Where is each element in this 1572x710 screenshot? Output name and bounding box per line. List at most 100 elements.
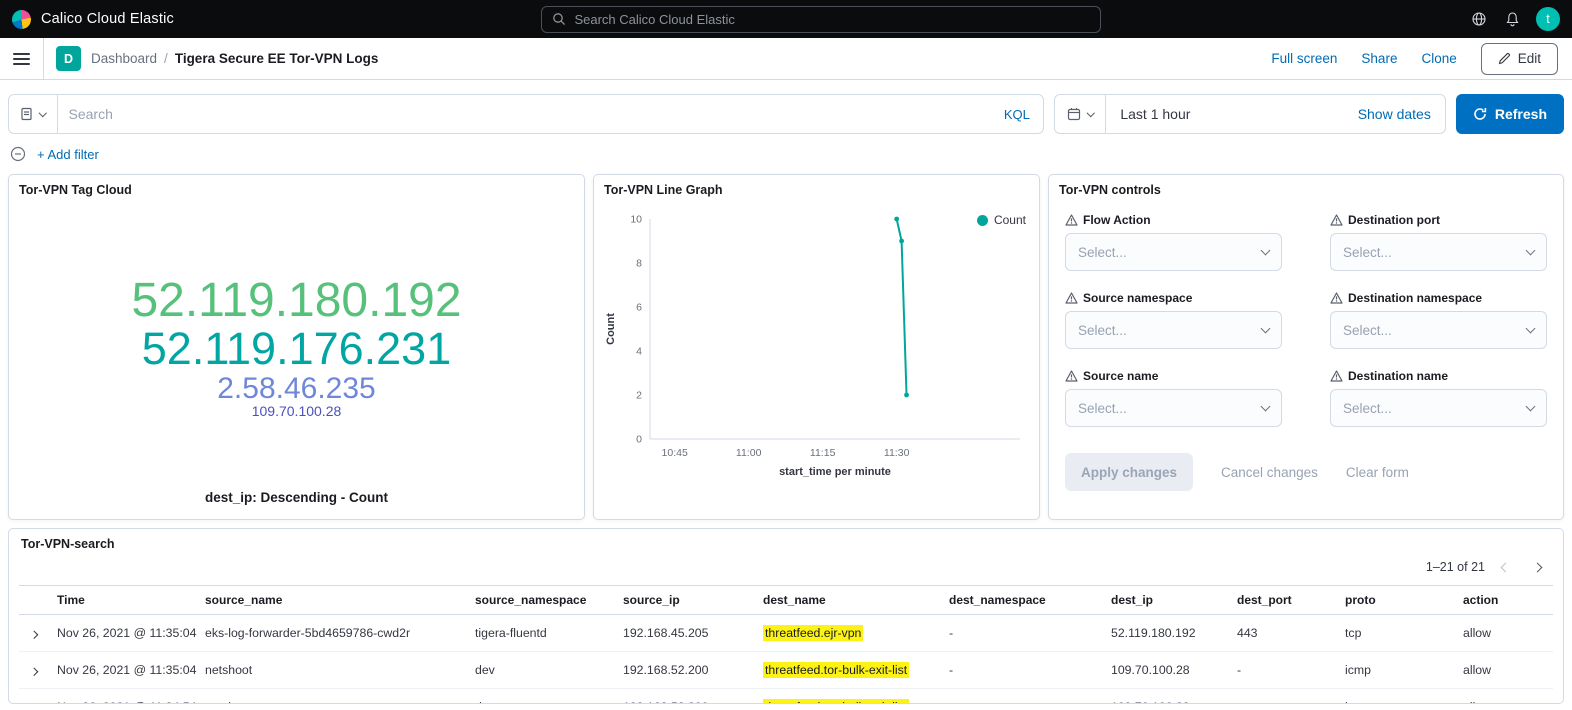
control-label: Flow Action: [1065, 213, 1282, 227]
tag-cloud-term[interactable]: 109.70.100.28: [252, 404, 342, 419]
next-page-button[interactable]: [1525, 555, 1549, 579]
breadcrumb-dashboard[interactable]: Dashboard: [91, 51, 157, 66]
column-header-dest-namespace[interactable]: dest_namespace: [941, 586, 1103, 615]
cell-dest-name: threatfeed.tor-bulk-exit-list: [755, 689, 941, 705]
controls-actions: Apply changes Cancel changes Clear form: [1049, 427, 1563, 491]
cell-source-ip: 192.168.52.200: [615, 652, 755, 689]
cell-dest-name: threatfeed.ejr-vpn: [755, 615, 941, 652]
column-header-action[interactable]: action: [1455, 586, 1553, 615]
y-tick-label: 0: [636, 434, 642, 446]
highlighted-dest-name: threatfeed.tor-bulk-exit-list: [763, 699, 909, 704]
column-header-proto[interactable]: proto: [1337, 586, 1455, 615]
show-dates-button[interactable]: Show dates: [1344, 106, 1445, 122]
menu-button[interactable]: [0, 38, 44, 79]
share-button[interactable]: Share: [1361, 51, 1397, 66]
cell-dest-port: -: [1229, 652, 1337, 689]
chevron-left-icon: [1500, 562, 1510, 572]
expand-column-header: [19, 586, 49, 615]
control-label: Destination name: [1330, 369, 1547, 383]
y-tick-label: 6: [636, 302, 642, 314]
source-name-select[interactable]: Select...: [1065, 389, 1282, 427]
control-destination-namespace: Destination namespace Select...: [1330, 291, 1547, 349]
select-placeholder: Select...: [1343, 323, 1392, 338]
tag-cloud-term[interactable]: 2.58.46.235: [217, 373, 375, 404]
expand-row-button[interactable]: [27, 624, 41, 643]
refresh-button-label: Refresh: [1495, 106, 1547, 122]
panel-tag-cloud: Tor-VPN Tag Cloud 52.119.180.192 52.119.…: [8, 174, 585, 520]
apply-changes-button[interactable]: Apply changes: [1065, 453, 1193, 491]
source-namespace-select[interactable]: Select...: [1065, 311, 1282, 349]
chevron-down-icon: [1526, 324, 1536, 334]
notifications-button[interactable]: [1503, 9, 1522, 29]
column-header-source-name[interactable]: source_name: [197, 586, 467, 615]
refresh-button[interactable]: Refresh: [1456, 94, 1564, 134]
chart-legend[interactable]: Count: [977, 213, 1026, 227]
select-placeholder: Select...: [1078, 245, 1127, 260]
tag-cloud-axis-label: dest_ip: Descending - Count: [9, 490, 584, 519]
user-avatar[interactable]: t: [1536, 7, 1560, 31]
column-header-time[interactable]: Time: [49, 586, 197, 615]
clone-button[interactable]: Clone: [1421, 51, 1456, 66]
select-placeholder: Select...: [1078, 323, 1127, 338]
cell-dest-ip: 52.119.180.192: [1103, 615, 1229, 652]
filter-options-button[interactable]: [8, 144, 28, 164]
cancel-changes-button[interactable]: Cancel changes: [1221, 465, 1318, 480]
global-search-box[interactable]: [541, 6, 1101, 33]
saved-queries-icon: [20, 107, 33, 121]
expand-row-button[interactable]: [27, 661, 41, 680]
cell-dest-ip: 109.70.100.28: [1103, 689, 1229, 705]
y-axis-title: Count: [605, 313, 617, 345]
highlighted-dest-name: threatfeed.ejr-vpn: [763, 625, 863, 641]
control-label: Source name: [1065, 369, 1282, 383]
control-label-text: Flow Action: [1083, 213, 1151, 227]
add-filter-button[interactable]: + Add filter: [37, 147, 99, 162]
cell-source-name: netshoot: [197, 689, 467, 705]
flow-action-select[interactable]: Select...: [1065, 233, 1282, 271]
date-quick-menu-button[interactable]: [1055, 95, 1107, 133]
chevron-down-icon: [1526, 246, 1536, 256]
x-tick-label: 11:15: [810, 447, 836, 459]
cell-dest-port: 443: [1229, 615, 1337, 652]
global-search-input[interactable]: [574, 12, 1090, 27]
control-flow-action: Flow Action Select...: [1065, 213, 1282, 271]
column-header-dest-name[interactable]: dest_name: [755, 586, 941, 615]
kql-search-input[interactable]: [58, 106, 991, 122]
filter-bar: + Add filter: [8, 144, 1564, 164]
time-range-value[interactable]: Last 1 hour: [1106, 106, 1343, 122]
legend-label: Count: [994, 213, 1026, 227]
previous-page-button[interactable]: [1493, 555, 1517, 579]
column-header-dest-ip[interactable]: dest_ip: [1103, 586, 1229, 615]
globe-button[interactable]: [1469, 9, 1489, 29]
clear-form-button[interactable]: Clear form: [1346, 465, 1409, 480]
hamburger-icon: [13, 53, 30, 65]
full-screen-button[interactable]: Full screen: [1271, 51, 1337, 66]
cell-time: Nov 26, 2021 @ 11:35:04.000: [49, 615, 197, 652]
brand-title: Calico Cloud Elastic: [41, 11, 174, 27]
column-header-source-namespace[interactable]: source_namespace: [467, 586, 615, 615]
y-tick-label: 8: [636, 258, 642, 270]
destination-namespace-select[interactable]: Select...: [1330, 311, 1547, 349]
query-bar: KQL Last 1 hour Show dates Refresh: [8, 94, 1564, 134]
query-language-button[interactable]: KQL: [991, 107, 1043, 122]
destination-port-select[interactable]: Select...: [1330, 233, 1547, 271]
edit-button[interactable]: Edit: [1481, 43, 1558, 75]
control-label-text: Destination port: [1348, 213, 1440, 227]
pencil-icon: [1498, 52, 1511, 65]
controls-grid: Flow Action Select... Destination port: [1049, 205, 1563, 427]
tag-cloud-term[interactable]: 52.119.180.192: [131, 276, 461, 326]
globe-icon: [1471, 11, 1487, 27]
cell-proto: icmp: [1337, 689, 1455, 705]
expand-row-button[interactable]: [27, 698, 41, 705]
destination-name-select[interactable]: Select...: [1330, 389, 1547, 427]
cell-source-namespace: tigera-fluentd: [467, 615, 615, 652]
warning-icon: [1330, 214, 1343, 226]
date-picker: Last 1 hour Show dates: [1054, 94, 1446, 134]
elastic-logo: [12, 10, 31, 29]
chevron-down-icon: [1087, 109, 1095, 117]
column-header-dest-port[interactable]: dest_port: [1229, 586, 1337, 615]
column-header-source-ip[interactable]: source_ip: [615, 586, 755, 615]
panel-title-search: Tor-VPN-search: [19, 537, 1553, 553]
warning-icon: [1065, 214, 1078, 226]
saved-query-menu-button[interactable]: [9, 95, 58, 133]
tag-cloud-term[interactable]: 52.119.176.231: [142, 326, 451, 373]
